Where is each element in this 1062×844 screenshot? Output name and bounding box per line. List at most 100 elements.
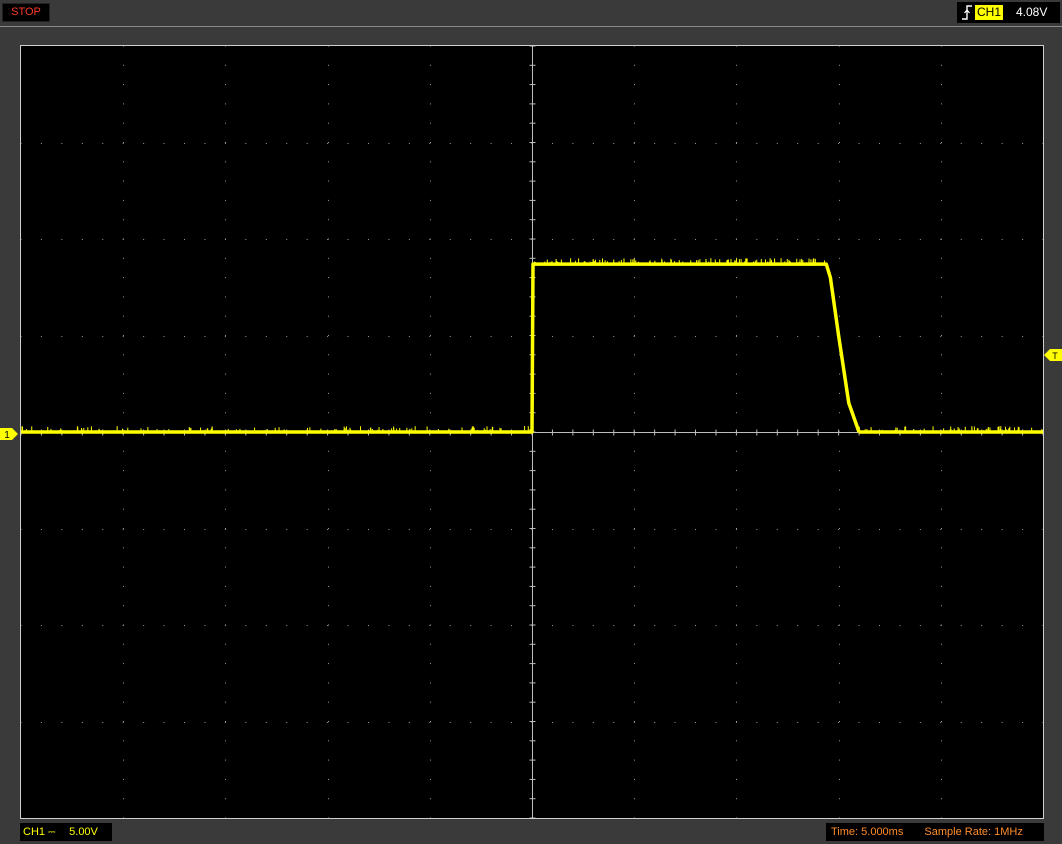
grid-dot [328, 547, 329, 549]
grid-dot [839, 470, 840, 472]
grid-dot [960, 625, 962, 626]
grid-dot [328, 817, 329, 818]
run-stop-button[interactable]: STOP [2, 3, 50, 22]
grid-dot [367, 529, 369, 530]
grid-dot [736, 180, 737, 182]
ch1-name: CH1 [23, 826, 46, 838]
grid-dot [735, 143, 737, 144]
grid-dot [123, 335, 124, 336]
grid-dot [878, 625, 880, 626]
grid-dot [225, 315, 226, 317]
grid-dot [123, 798, 124, 800]
grid-dot [1022, 239, 1024, 240]
grid-dot [21, 239, 22, 240]
grid-dot [225, 392, 226, 394]
grid-dot [347, 722, 349, 723]
grid-dot [225, 566, 226, 568]
grid-dot [941, 450, 942, 452]
grid-dot [941, 199, 942, 201]
grid-dot [736, 277, 737, 279]
grid-dot [715, 722, 717, 723]
grid-dot [347, 336, 349, 337]
grid-dot [511, 336, 513, 337]
grid-dot [941, 566, 942, 568]
grid-dot [1022, 336, 1024, 337]
grid-dot [941, 142, 942, 143]
grid-dot [245, 143, 247, 144]
grid-dot [654, 625, 656, 626]
grid-dot [429, 625, 431, 626]
grid-dot [756, 336, 758, 337]
grid-dot [430, 412, 431, 414]
grid-dot [613, 239, 615, 240]
grid-dot [122, 529, 124, 530]
grid-dot [225, 335, 226, 336]
grid-dot [1001, 625, 1003, 626]
grid-dot [940, 336, 942, 337]
grid-dot [123, 817, 124, 818]
grid-dot [163, 529, 165, 530]
grid-dot [328, 643, 329, 645]
grid-dot [430, 296, 431, 298]
trigger-info[interactable]: CH1 4.08V [957, 2, 1060, 23]
grid-dot [634, 528, 635, 529]
grid-dot [286, 239, 288, 240]
grid-dot [1022, 625, 1024, 626]
grid-dot [634, 161, 635, 163]
grid-dot [572, 529, 574, 530]
grid-dot [81, 143, 83, 144]
grid-dot [21, 722, 22, 723]
grid-dot [511, 722, 513, 723]
grid-dot [430, 392, 431, 394]
grid-dot [634, 64, 635, 66]
grid-dot [123, 701, 124, 703]
waveform-graticule [21, 46, 1043, 818]
grid-dot [123, 566, 124, 568]
grid-dot [225, 721, 226, 722]
grid-dot [430, 122, 431, 124]
grid-dot [878, 143, 880, 144]
grid-dot [941, 354, 942, 356]
grid-dot [839, 46, 840, 47]
grid-dot [839, 277, 840, 279]
bottom-status-bar: CH1 ⎓ 5.00V Time: 5.000ms Sample Rate: 1… [0, 820, 1062, 844]
grid-dot [919, 529, 921, 530]
dc-coupling-icon: ⎓ [48, 827, 56, 837]
ch1-offset-marker[interactable]: 1 [0, 428, 18, 440]
grid-dot [470, 529, 472, 530]
grid-dot [430, 701, 431, 703]
grid-dot [388, 239, 390, 240]
grid-dot [204, 336, 206, 337]
grid-dot [633, 722, 635, 723]
grid-dot [633, 625, 635, 626]
grid-dot [736, 46, 737, 47]
grid-dot [839, 759, 840, 761]
grid-dot [634, 759, 635, 761]
acquisition-settings[interactable]: Time: 5.000ms Sample Rate: 1MHz [826, 823, 1044, 841]
grid-dot [328, 778, 329, 780]
grid-dot [225, 84, 226, 86]
grid-dot [940, 529, 942, 530]
grid-dot [430, 84, 431, 86]
grid-dot [736, 122, 737, 124]
grid-dot [941, 412, 942, 414]
grid-dot [123, 199, 124, 201]
grid-dot [61, 239, 63, 240]
grid-dot [225, 103, 226, 105]
grid-dot [123, 142, 124, 143]
grid-dot [430, 817, 431, 818]
ch1-settings[interactable]: CH1 ⎓ 5.00V [20, 823, 112, 841]
grid-dot [327, 143, 329, 144]
grid-dot [470, 625, 472, 626]
grid-dot [184, 336, 186, 337]
grid-dot [81, 336, 83, 337]
grid-dot [327, 529, 329, 530]
grid-dot [184, 722, 186, 723]
grid-dot [204, 239, 206, 240]
scope-display[interactable] [20, 45, 1044, 819]
grid-dot [265, 239, 267, 240]
trigger-level-marker[interactable]: T [1044, 349, 1062, 361]
grid-dot [634, 142, 635, 143]
grid-dot [265, 336, 267, 337]
grid-dot [347, 625, 349, 626]
